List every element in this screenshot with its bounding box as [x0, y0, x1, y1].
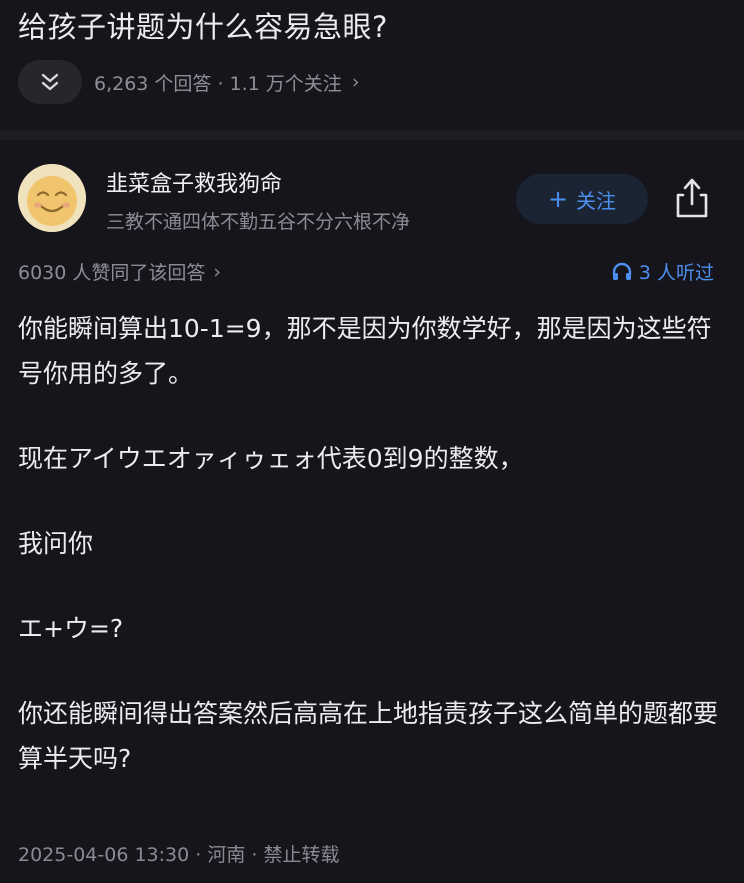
answer-paragraph: 你能瞬间算出10-1=9，那不是因为你数学好，那是因为这些符号你用的多了。 [18, 314, 712, 388]
answer-body: 你能瞬间算出10-1=9，那不是因为你数学好，那是因为这些符号你用的多了。 现在… [18, 306, 718, 821]
listen-link[interactable]: 3 人听过 [611, 258, 714, 285]
follow-button[interactable]: + 关注 [516, 174, 648, 224]
likes-count: 6030 人赞同了该回答 [18, 262, 206, 284]
answer-paragraph: 我问你 [18, 529, 94, 558]
question-meta: 6,263 个回答 · 1.1 万个关注 › [18, 60, 359, 104]
headphones-icon [612, 262, 632, 280]
smiley-face-icon [18, 164, 86, 232]
author-name[interactable]: 韭菜盒子救我狗命 [106, 166, 282, 198]
question-stats: 6,263 个回答 · 1.1 万个关注 [94, 72, 342, 95]
author-bio: 三教不通四体不勤五谷不分六根不净 [106, 211, 411, 233]
plus-icon: + [547, 185, 569, 213]
answer-paragraph: 你还能瞬间得出答案然后高高在上地指责孩子这么简单的题都要算半天吗? [18, 699, 719, 773]
answer-paragraph: 现在アイウエオァィゥェォ代表0到9的整数， [18, 444, 524, 473]
avatar[interactable] [18, 164, 86, 232]
question-title[interactable]: 给孩子讲题为什么容易急眼? [18, 4, 388, 46]
section-divider [0, 130, 744, 140]
answer-footer: 2025-04-06 13:30 · 河南 · 禁止转载 [18, 844, 340, 866]
question-stats-link[interactable]: 6,263 个回答 · 1.1 万个关注 › [94, 69, 359, 96]
collapse-button[interactable] [18, 60, 82, 104]
share-icon[interactable] [672, 176, 712, 220]
listeners-count: 3 人听过 [638, 262, 714, 284]
likes-link[interactable]: 6030 人赞同了该回答 › [18, 258, 221, 285]
chevron-right-icon: › [351, 71, 360, 93]
follow-label: 关注 [576, 188, 617, 213]
chevron-right-icon: › [213, 260, 222, 283]
double-chevron-down-icon [41, 73, 59, 91]
answer-paragraph: エ+ウ=? [18, 614, 124, 643]
